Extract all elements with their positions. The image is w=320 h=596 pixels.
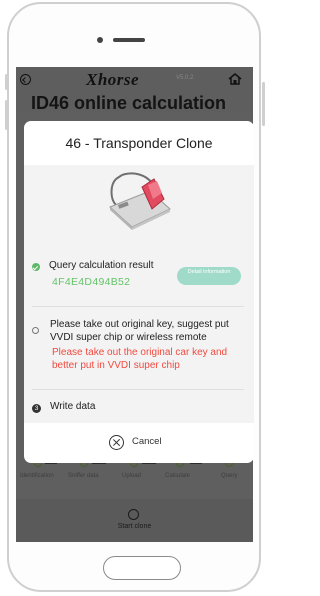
back-icon[interactable] xyxy=(20,74,31,85)
app-version: V5.0.2 xyxy=(176,75,194,81)
start-icon xyxy=(128,509,139,520)
app-header: Xhorse V5.0.2 ID46 online calculation xyxy=(16,67,253,113)
detail-information-button[interactable]: Detail information xyxy=(177,267,241,285)
volume-up-button xyxy=(5,74,8,90)
divider xyxy=(32,389,244,390)
page-title: ID46 online calculation xyxy=(31,93,227,113)
cancel-button[interactable]: Cancel xyxy=(106,435,176,453)
step-label-query: Query xyxy=(221,473,238,479)
close-circle-icon xyxy=(109,435,124,450)
xhorse-logo: Xhorse xyxy=(86,70,140,89)
home-icon[interactable] xyxy=(228,73,242,85)
dialog-title: 46 - Transponder Clone xyxy=(65,135,213,151)
volume-down-button xyxy=(5,100,8,130)
step-label-calculate: Calculate xyxy=(165,473,191,479)
query-result-label: Query calculation result xyxy=(49,260,154,271)
instruction-text: Please take out original key, suggest pu… xyxy=(50,319,229,343)
divider xyxy=(32,306,244,307)
earpiece-speaker xyxy=(113,38,145,42)
warning-text: Please take out the original car key and… xyxy=(52,347,228,371)
start-clone-label: Start clone xyxy=(117,523,152,530)
front-camera xyxy=(97,37,103,43)
success-check-icon xyxy=(32,263,40,271)
write-data-label: Write data xyxy=(50,401,96,412)
phone-home-button[interactable] xyxy=(103,556,181,580)
step-number-badge: 3 xyxy=(32,404,41,413)
progress-steps: Identification Sniffer data Upload Calcu… xyxy=(16,459,253,489)
step-label-sniffer: Sniffer data xyxy=(68,473,99,479)
power-button xyxy=(262,82,265,126)
step-label-upload: Upload xyxy=(122,473,142,479)
step-label-identification: Identification xyxy=(20,473,54,479)
loading-spinner-icon xyxy=(32,327,39,334)
cancel-label: Cancel xyxy=(132,436,162,447)
dialog-body xyxy=(24,165,254,423)
calculation-result-value: 4F4E4D494B52 xyxy=(52,276,131,288)
start-clone-button[interactable]: Start clone xyxy=(16,499,253,542)
key-programmer-illustration xyxy=(109,172,171,230)
transponder-clone-dialog: 46 - Transponder Clone Query calculation… xyxy=(24,121,254,463)
